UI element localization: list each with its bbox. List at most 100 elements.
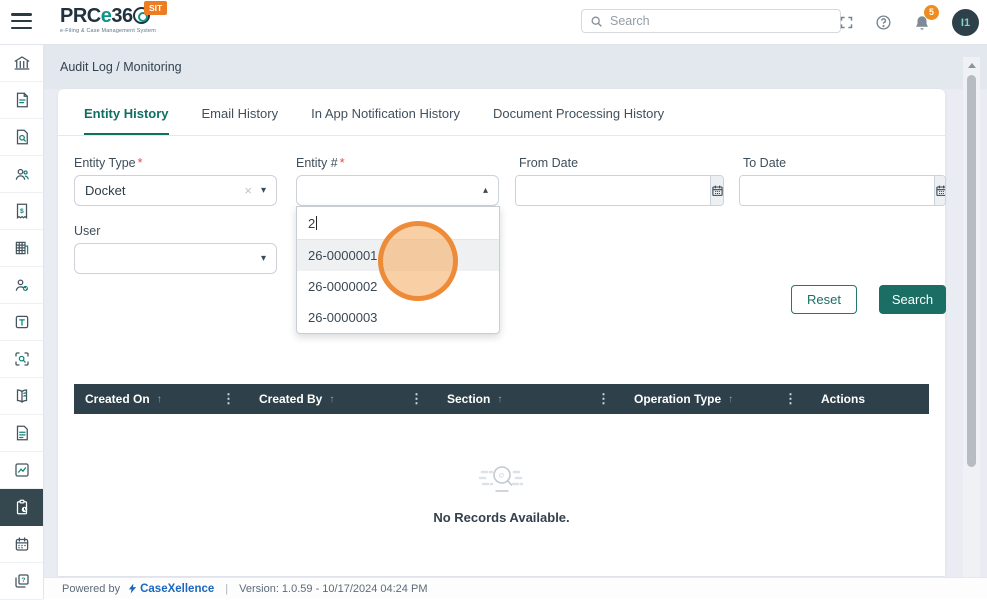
column-menu-icon[interactable]: ⋮ (784, 391, 797, 407)
tab-bar: Entity History Email History In App Noti… (58, 89, 945, 136)
column-created-on[interactable]: Created On↑⋮ (74, 384, 248, 414)
entity-type-value: Docket (85, 183, 125, 198)
results-table: Created On↑⋮ Created By↑⋮ Section↑⋮ Oper… (74, 384, 929, 574)
sidebar-item-scan-search[interactable] (0, 341, 43, 378)
vertical-scrollbar[interactable] (963, 57, 980, 577)
column-menu-icon[interactable]: ⋮ (222, 391, 235, 407)
sidebar-item-calendar[interactable] (0, 526, 43, 563)
sidebar: $ ? (0, 45, 44, 599)
global-search[interactable] (581, 9, 841, 33)
entity-type-select[interactable]: Docket × ▾ (74, 175, 277, 206)
chevron-down-icon[interactable]: ▾ (261, 253, 266, 264)
scan-search-icon (13, 350, 31, 368)
svg-text:$: $ (20, 208, 24, 215)
sidebar-item-institution[interactable] (0, 45, 43, 82)
chevron-up-icon[interactable]: ▴ (483, 185, 488, 196)
faq-icon: ? (13, 572, 31, 590)
casexellence-logo-icon (127, 582, 138, 595)
app-logo[interactable]: PRCe36 e-Filing & Case Management System (60, 6, 156, 34)
document-search-icon (13, 128, 31, 146)
environment-badge: SIT (144, 1, 167, 15)
search-icon (590, 15, 603, 28)
scroll-up-arrow-icon[interactable] (968, 63, 976, 68)
audit-log-icon (13, 498, 31, 516)
powered-by-label: Powered by (62, 583, 120, 595)
invoice-icon: $ (13, 202, 31, 220)
user-label: User (74, 224, 100, 238)
from-date-calendar-button[interactable] (710, 176, 724, 205)
from-date-input[interactable] (516, 176, 710, 205)
calendar-icon (935, 184, 946, 197)
dropdown-search-input[interactable]: 2 (297, 207, 499, 240)
hamburger-menu-icon[interactable] (11, 13, 32, 31)
sidebar-item-audit-log[interactable] (0, 489, 43, 526)
from-date-field (515, 175, 724, 206)
svg-text:∅: ∅ (498, 472, 504, 479)
text-cursor (316, 216, 317, 230)
users-icon (13, 165, 31, 183)
table-body: ∅ No Records Available. (74, 414, 929, 572)
dropdown-option[interactable]: 26-0000003 (297, 302, 499, 333)
building-icon (13, 239, 31, 257)
column-menu-icon[interactable]: ⋮ (597, 391, 610, 407)
casexellence-link[interactable]: CaseXellence (127, 582, 214, 595)
scrollbar-thumb[interactable] (967, 75, 976, 467)
tab-entity-history[interactable]: Entity History (84, 106, 169, 135)
calendar-icon (711, 184, 724, 197)
sidebar-item-reports[interactable] (0, 415, 43, 452)
sidebar-item-analytics[interactable] (0, 452, 43, 489)
footer: Powered by CaseXellence | Version: 1.0.5… (44, 577, 987, 599)
sidebar-item-document-search[interactable] (0, 119, 43, 156)
sidebar-item-ledger[interactable] (0, 378, 43, 415)
column-menu-icon[interactable]: ⋮ (410, 391, 423, 407)
tab-email-history[interactable]: Email History (202, 106, 279, 135)
chart-icon (13, 461, 31, 479)
help-icon[interactable] (875, 14, 892, 31)
entity-no-label: Entity #* (296, 156, 345, 170)
institution-icon (13, 54, 31, 72)
sidebar-item-users[interactable] (0, 156, 43, 193)
entity-type-label: Entity Type* (74, 156, 142, 170)
bell-icon[interactable]: 5 (913, 14, 931, 32)
tab-document-processing-history[interactable]: Document Processing History (493, 106, 664, 135)
dropdown-option[interactable]: 26-0000001 (297, 240, 499, 271)
document-icon (13, 91, 31, 109)
sort-icon[interactable]: ↑ (157, 394, 162, 405)
sidebar-item-invoices[interactable]: $ (0, 193, 43, 230)
dropdown-option[interactable]: 26-0000002 (297, 271, 499, 302)
search-input[interactable] (610, 14, 832, 28)
content-card: Entity History Email History In App Noti… (58, 89, 945, 576)
logo-tagline: e-Filing & Case Management System (60, 29, 156, 34)
entity-no-select[interactable]: ▴ (296, 175, 499, 206)
from-date-label: From Date (519, 156, 578, 170)
tab-in-app-notification-history[interactable]: In App Notification History (311, 106, 460, 135)
notification-badge: 5 (924, 5, 939, 20)
column-operation-type[interactable]: Operation Type↑⋮ (623, 384, 810, 414)
user-check-icon (13, 276, 31, 294)
user-select[interactable]: ▾ (74, 243, 277, 274)
to-date-input[interactable] (740, 176, 934, 205)
chevron-down-icon[interactable]: ▾ (261, 185, 266, 196)
sidebar-item-templates[interactable] (0, 304, 43, 341)
column-section[interactable]: Section↑⋮ (436, 384, 623, 414)
sidebar-item-documents[interactable] (0, 82, 43, 119)
column-created-by[interactable]: Created By↑⋮ (248, 384, 436, 414)
column-actions: Actions (810, 384, 929, 414)
sidebar-item-faq[interactable]: ? (0, 563, 43, 600)
reset-button[interactable]: Reset (791, 285, 857, 314)
sidebar-item-user-verification[interactable] (0, 267, 43, 304)
sort-icon[interactable]: ↑ (497, 394, 502, 405)
no-records-icon: ∅ (476, 462, 528, 496)
to-date-calendar-button[interactable] (934, 176, 946, 205)
report-icon (13, 424, 31, 442)
entity-no-dropdown: 2 26-0000001 26-0000002 26-0000003 (296, 206, 500, 334)
to-date-field (739, 175, 946, 206)
sidebar-item-organization[interactable] (0, 230, 43, 267)
search-button[interactable]: Search (879, 285, 946, 314)
fullscreen-icon[interactable] (839, 15, 854, 30)
sort-icon[interactable]: ↑ (728, 394, 733, 405)
clear-icon[interactable]: × (244, 183, 252, 198)
avatar[interactable]: I1 (952, 9, 979, 36)
breadcrumb-bar: Audit Log / Monitoring (44, 45, 987, 89)
sort-icon[interactable]: ↑ (329, 394, 334, 405)
